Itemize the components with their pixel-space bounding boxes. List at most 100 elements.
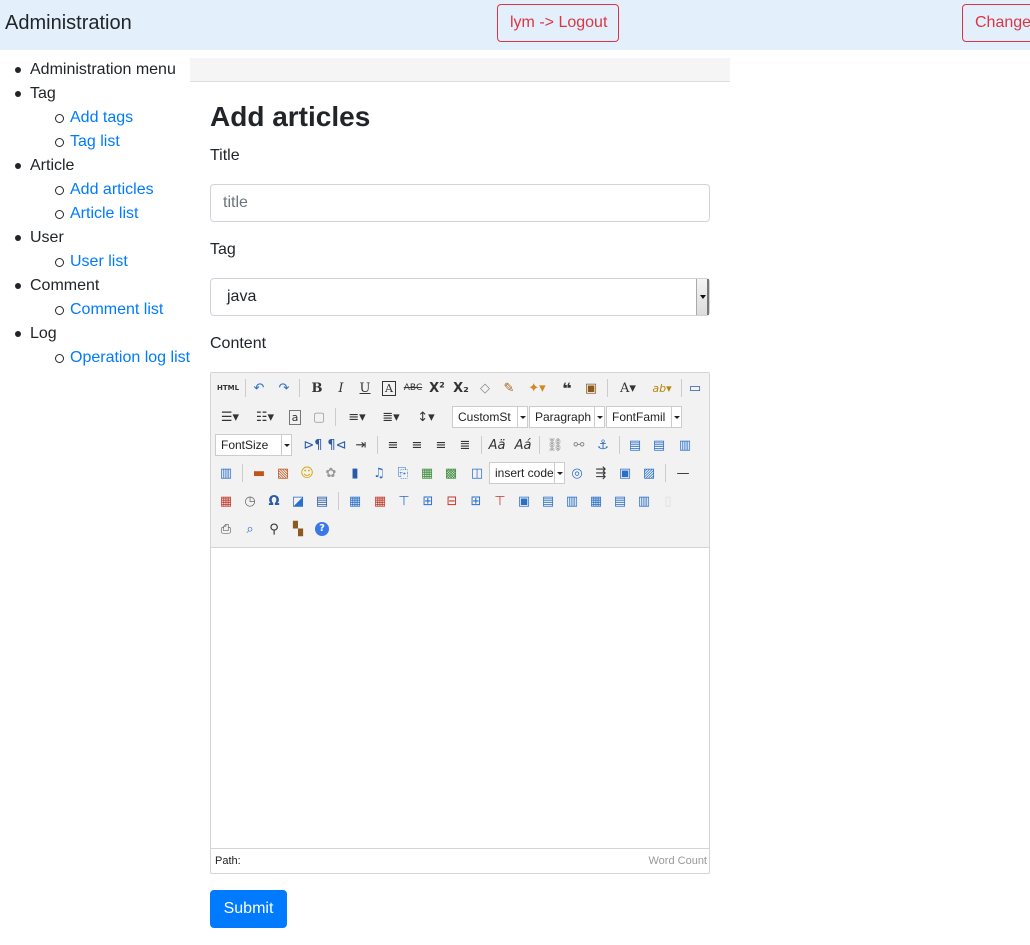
- unordered-list-icon[interactable]: ☷▾: [251, 407, 279, 427]
- blockquote-icon[interactable]: ❝: [557, 378, 577, 398]
- sidebar-item-user-list[interactable]: User list: [70, 253, 128, 270]
- rtl-icon[interactable]: ¶⊲: [327, 435, 347, 455]
- paragraph-select[interactable]: Paragraph: [529, 406, 605, 428]
- lowercase-icon[interactable]: Aá: [513, 435, 533, 455]
- date-icon[interactable]: ▦: [216, 491, 236, 511]
- unlink-icon[interactable]: ⚯: [569, 435, 589, 455]
- delete-row-icon[interactable]: ⊟: [442, 491, 462, 511]
- underline-icon[interactable]: U: [355, 378, 375, 398]
- drafts-icon[interactable]: ▚: [288, 519, 308, 539]
- search-replace-icon[interactable]: ⚲: [264, 519, 284, 539]
- indent-icon[interactable]: ⇥: [351, 435, 371, 455]
- insert-image-icon[interactable]: ▧: [273, 463, 293, 483]
- line-height-icon[interactable]: ↕▾: [411, 407, 441, 427]
- font-border-icon[interactable]: A: [379, 378, 399, 398]
- align-right-icon[interactable]: ≡: [431, 435, 451, 455]
- select-all-icon[interactable]: a: [285, 407, 305, 427]
- snapscreen-icon[interactable]: ◪: [288, 491, 308, 511]
- insert-video-icon[interactable]: ▮: [345, 463, 365, 483]
- image-none-icon[interactable]: ▥: [675, 435, 695, 455]
- ordered-list-icon[interactable]: ☰▾: [216, 407, 244, 427]
- webapp-icon[interactable]: ◎: [567, 463, 587, 483]
- delete-table-icon[interactable]: ▦: [370, 491, 390, 511]
- auto-format-icon[interactable]: ✦▾: [523, 378, 551, 398]
- image-center-icon[interactable]: ▥: [216, 463, 236, 483]
- logout-button[interactable]: lym -> Logout: [497, 4, 619, 42]
- sidebar-item-add-articles[interactable]: Add articles: [70, 181, 154, 198]
- insert-frame-icon[interactable]: ◫: [467, 463, 487, 483]
- split-to-rows-icon[interactable]: ▤: [610, 491, 630, 511]
- gmap-icon[interactable]: ▩: [441, 463, 461, 483]
- change-button[interactable]: Change: [962, 4, 1030, 42]
- emotion-icon[interactable]: ☺: [297, 463, 317, 483]
- fullscreen-icon[interactable]: ▭: [685, 378, 705, 398]
- tag-select[interactable]: java: [210, 278, 710, 316]
- insert-col-icon[interactable]: ⊞: [466, 491, 486, 511]
- word-image-icon[interactable]: ▤: [312, 491, 332, 511]
- italic-icon[interactable]: I: [331, 378, 351, 398]
- font-size-select[interactable]: FontSize: [215, 434, 292, 456]
- font-color-icon[interactable]: A▾: [614, 378, 642, 398]
- attachment-icon[interactable]: ⎘: [393, 463, 413, 483]
- align-justify-icon[interactable]: ≣: [455, 435, 475, 455]
- anchor-icon[interactable]: ⚓: [593, 435, 613, 455]
- time-icon[interactable]: ◷: [240, 491, 260, 511]
- map-icon[interactable]: ▦: [417, 463, 437, 483]
- pagebreak-icon[interactable]: ⇶: [591, 463, 611, 483]
- merge-cells-icon[interactable]: ▣: [514, 491, 534, 511]
- editor-content-area[interactable]: [211, 549, 709, 849]
- submit-button[interactable]: Submit: [210, 890, 287, 928]
- bold-icon[interactable]: B: [307, 378, 327, 398]
- horizontal-rule-icon[interactable]: —: [673, 463, 693, 483]
- insert-table-icon[interactable]: ▦: [345, 491, 365, 511]
- split-to-cols-icon[interactable]: ▥: [634, 491, 654, 511]
- split-to-cells-icon[interactable]: ▦: [586, 491, 606, 511]
- superscript-icon[interactable]: X²: [427, 378, 447, 398]
- eraser-icon[interactable]: ◇: [475, 378, 495, 398]
- sidebar-item-add-tags[interactable]: Add tags: [70, 109, 133, 126]
- insert-paragraph-before-table-icon[interactable]: ⊤: [394, 491, 414, 511]
- preview-icon[interactable]: ⌕: [240, 519, 260, 539]
- align-center-icon[interactable]: ≡: [407, 435, 427, 455]
- scrawl-icon[interactable]: ✿: [321, 463, 341, 483]
- row-spacing-top-icon[interactable]: ≡▾: [342, 407, 372, 427]
- title-label: Title: [210, 147, 240, 164]
- font-family-select[interactable]: FontFamil: [606, 406, 682, 428]
- print-icon[interactable]: ⎙: [216, 519, 236, 539]
- sidebar-item-article-list[interactable]: Article list: [70, 205, 138, 222]
- background-icon[interactable]: ▨: [639, 463, 659, 483]
- format-brush-icon[interactable]: ✎: [499, 378, 519, 398]
- help-icon[interactable]: ?: [312, 519, 332, 539]
- template-icon[interactable]: ▣: [615, 463, 635, 483]
- undo-icon[interactable]: ↶: [249, 378, 269, 398]
- sidebar-item-comment-list[interactable]: Comment list: [70, 301, 163, 318]
- row-spacing-bottom-icon[interactable]: ≣▾: [376, 407, 406, 427]
- uppercase-icon[interactable]: Aä: [487, 435, 507, 455]
- paste-plain-icon[interactable]: ▣: [581, 378, 601, 398]
- image-right-icon[interactable]: ▤: [649, 435, 669, 455]
- sidebar-item-tag-list[interactable]: Tag list: [70, 133, 120, 150]
- image-left-icon[interactable]: ▤: [625, 435, 645, 455]
- clear-doc-icon[interactable]: ▢: [309, 407, 329, 427]
- align-left-icon[interactable]: ≡: [383, 435, 403, 455]
- strikethrough-icon[interactable]: ABC: [403, 378, 423, 398]
- delete-col-icon[interactable]: ⊤: [490, 491, 510, 511]
- insert-code-select[interactable]: insert code: [489, 462, 565, 484]
- sidebar-item-operation-log-list[interactable]: Operation log list: [70, 349, 190, 366]
- simple-upload-icon[interactable]: ▬: [249, 463, 269, 483]
- brand-title[interactable]: Administration: [5, 12, 132, 35]
- subscript-icon[interactable]: X₂: [451, 378, 471, 398]
- chart-icon[interactable]: ▯: [658, 491, 678, 511]
- custom-style-select[interactable]: CustomSt: [452, 406, 528, 428]
- link-icon[interactable]: ⛓: [545, 435, 565, 455]
- ltr-icon[interactable]: ⊳¶: [303, 435, 323, 455]
- merge-right-icon[interactable]: ▤: [538, 491, 558, 511]
- title-input[interactable]: [210, 184, 710, 222]
- merge-down-icon[interactable]: ▥: [562, 491, 582, 511]
- insert-row-icon[interactable]: ⊞: [418, 491, 438, 511]
- special-char-icon[interactable]: Ω: [264, 491, 284, 511]
- html-source-icon[interactable]: HTML: [216, 378, 240, 398]
- highlight-color-icon[interactable]: ab▾: [647, 378, 677, 398]
- music-icon[interactable]: ♫: [369, 463, 389, 483]
- redo-icon[interactable]: ↷: [274, 378, 294, 398]
